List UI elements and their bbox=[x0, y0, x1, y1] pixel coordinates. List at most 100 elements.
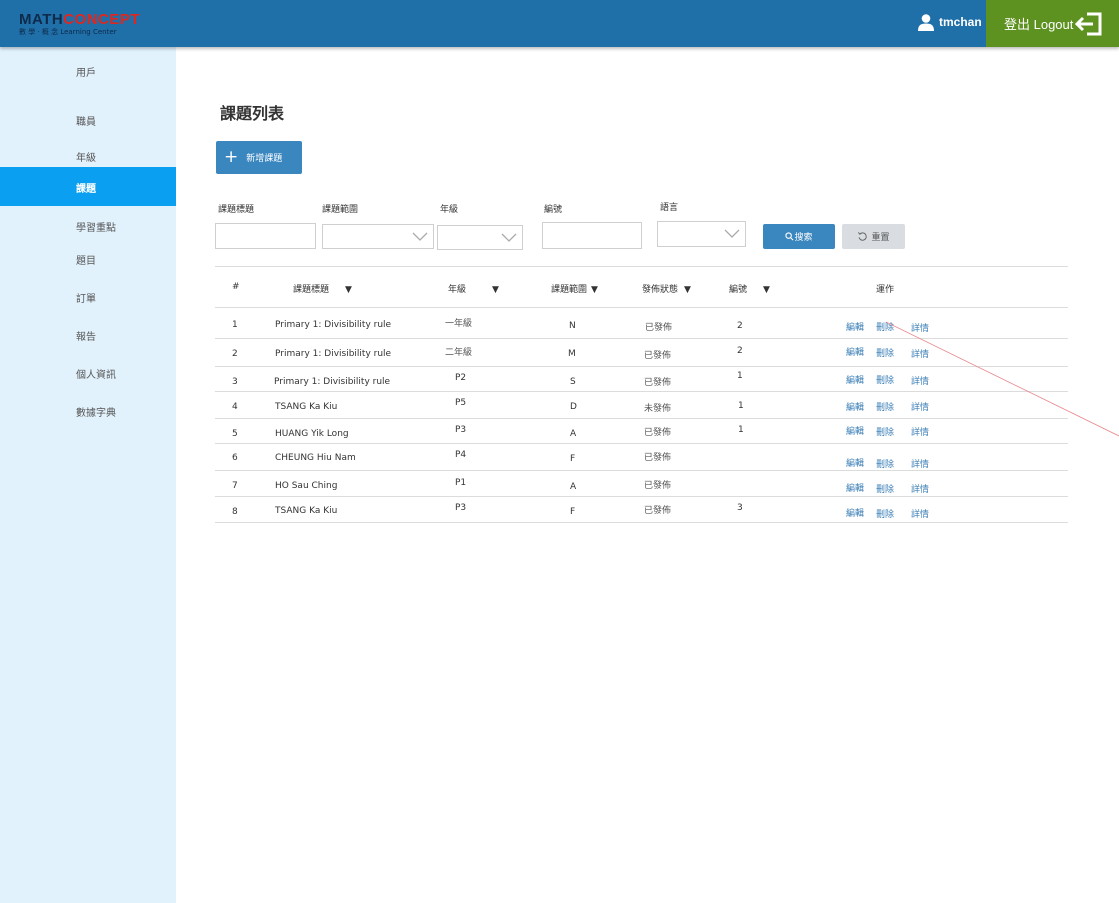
detail-link[interactable]: 詳情 bbox=[911, 374, 929, 387]
sidebar-item-label: 年級 bbox=[76, 153, 96, 164]
row-title: TSANG Ka Kiu bbox=[275, 402, 338, 412]
search-button[interactable]: 搜索 bbox=[763, 224, 835, 249]
delete-link[interactable]: 刪除 bbox=[876, 425, 894, 438]
table-row: 7 HO Sau Ching P1 A 已發佈 編輯 刪除 詳情 bbox=[215, 471, 1068, 496]
table-top-border bbox=[215, 266, 1068, 267]
row-range: F bbox=[570, 454, 576, 464]
col-header-index: # bbox=[232, 282, 240, 292]
sidebar-item-label: 學習重點 bbox=[76, 223, 116, 234]
page-title: 課題列表 bbox=[220, 104, 285, 123]
detail-link[interactable]: 詳情 bbox=[911, 425, 929, 438]
top-bar: MATHCONCEPT 數 學 · 概 念 Learning Center tm… bbox=[0, 0, 1119, 47]
row-range: F bbox=[570, 507, 576, 517]
filter-grade-select[interactable] bbox=[437, 225, 523, 250]
row-code: 3 bbox=[737, 503, 743, 513]
row-index: 1 bbox=[232, 320, 238, 330]
detail-link[interactable]: 詳情 bbox=[911, 400, 929, 413]
plus-icon: + bbox=[224, 147, 239, 167]
col-header-actions: 運作 bbox=[876, 285, 895, 295]
table-bottom-border bbox=[215, 522, 1068, 523]
logout-icon bbox=[1075, 12, 1102, 36]
table-row: 5 HUANG Yik Long P3 A 已發佈 1 編輯 刪除 詳情 bbox=[215, 419, 1068, 443]
edit-link[interactable]: 編輯 bbox=[846, 400, 864, 413]
sort-down-icon: ▼ bbox=[763, 285, 770, 295]
col-header-title-label: 課題標題 bbox=[293, 285, 330, 295]
reset-label: 重置 bbox=[871, 233, 890, 243]
edit-link[interactable]: 編輯 bbox=[846, 424, 864, 437]
reset-button[interactable]: 重置 bbox=[842, 224, 905, 249]
row-grade: P2 bbox=[455, 373, 467, 383]
filter-title-label: 課題標題 bbox=[218, 205, 255, 215]
logo-wordmark: MATHCONCEPT bbox=[19, 12, 140, 28]
delete-link[interactable]: 刪除 bbox=[876, 507, 894, 520]
logout-label: 登出 Logout bbox=[1004, 17, 1074, 32]
edit-link[interactable]: 編輯 bbox=[846, 320, 864, 333]
col-header-status[interactable]: 發佈狀態 ▼ bbox=[642, 282, 691, 295]
col-header-range-label: 課題範圍 bbox=[551, 285, 588, 295]
delete-link[interactable]: 刪除 bbox=[876, 373, 894, 386]
edit-link[interactable]: 編輯 bbox=[846, 345, 864, 358]
sidebar-item-topics[interactable]: 課題 bbox=[0, 167, 176, 206]
sidebar: 用戶 職員 年級 課題 學習重點 題目 訂單 報告 個人資訊 數據字典 bbox=[0, 47, 176, 903]
detail-link[interactable]: 詳情 bbox=[911, 507, 929, 520]
logo[interactable]: MATHCONCEPT 數 學 · 概 念 Learning Center bbox=[19, 12, 140, 37]
sidebar-item-label: 個人資訊 bbox=[76, 370, 116, 381]
detail-link[interactable]: 詳情 bbox=[911, 457, 929, 470]
chevron-down-icon bbox=[501, 233, 517, 242]
row-title: Primary 1: Divisibility rule bbox=[274, 377, 391, 387]
row-title: TSANG Ka Kiu bbox=[275, 506, 338, 516]
edit-link[interactable]: 編輯 bbox=[846, 481, 864, 494]
sort-down-icon: ▼ bbox=[345, 285, 352, 295]
row-grade: 二年級 bbox=[445, 348, 473, 358]
row-status: 已發佈 bbox=[644, 481, 672, 491]
row-range: M bbox=[568, 349, 576, 359]
filter-language-select[interactable] bbox=[657, 221, 746, 247]
detail-link[interactable]: 詳情 bbox=[911, 347, 929, 360]
table-row: 6 CHEUNG Hiu Nam P4 F 已發佈 編輯 刪除 詳情 bbox=[215, 444, 1068, 470]
col-header-range[interactable]: 課題範圍 ▼ bbox=[551, 282, 598, 295]
row-status: 已發佈 bbox=[644, 506, 672, 516]
row-index: 8 bbox=[232, 507, 238, 517]
table-row: 4 TSANG Ka Kiu P5 D 未發佈 1 編輯 刪除 詳情 bbox=[215, 392, 1068, 418]
delete-link[interactable]: 刪除 bbox=[876, 457, 894, 470]
table-row: 1 Primary 1: Divisibility rule 一年級 N 已發佈… bbox=[215, 308, 1068, 338]
row-range: D bbox=[570, 402, 577, 412]
detail-link[interactable]: 詳情 bbox=[911, 482, 929, 495]
row-code: 1 bbox=[738, 425, 744, 435]
row-range: S bbox=[570, 377, 576, 387]
row-status: 已發佈 bbox=[645, 323, 673, 333]
edit-link[interactable]: 編輯 bbox=[846, 506, 864, 519]
row-code: 1 bbox=[737, 371, 743, 381]
delete-link[interactable]: 刪除 bbox=[876, 346, 894, 359]
add-topic-button[interactable]: + 新增課題 bbox=[216, 141, 302, 174]
chevron-down-icon bbox=[412, 232, 428, 241]
logout-button[interactable]: 登出 Logout bbox=[986, 0, 1119, 47]
edit-link[interactable]: 編輯 bbox=[846, 456, 864, 469]
detail-link[interactable]: 詳情 bbox=[911, 321, 929, 334]
row-index: 7 bbox=[232, 481, 238, 491]
edit-link[interactable]: 編輯 bbox=[846, 373, 864, 386]
logo-part1: MATH bbox=[19, 11, 64, 28]
delete-link[interactable]: 刪除 bbox=[876, 482, 894, 495]
delete-link[interactable]: 刪除 bbox=[876, 320, 894, 333]
row-index: 5 bbox=[232, 429, 238, 439]
table-row: 2 Primary 1: Divisibility rule 二年級 M 已發佈… bbox=[215, 339, 1068, 366]
col-header-code[interactable]: 編號 ▼ bbox=[729, 282, 770, 295]
filter-code-input[interactable] bbox=[542, 222, 642, 249]
row-title: Primary 1: Divisibility rule bbox=[275, 320, 392, 330]
row-index: 3 bbox=[232, 377, 238, 387]
filter-code-label: 編號 bbox=[544, 205, 563, 215]
col-header-status-label: 發佈狀態 bbox=[642, 285, 679, 295]
col-header-grade[interactable]: 年級 ▼ bbox=[448, 282, 499, 295]
delete-link[interactable]: 刪除 bbox=[876, 400, 894, 413]
row-code: 2 bbox=[737, 321, 743, 331]
user-menu[interactable]: tmchan bbox=[917, 13, 982, 31]
filter-title-input[interactable] bbox=[215, 223, 316, 249]
logo-subtitle: 數 學 · 概 念 Learning Center bbox=[19, 28, 117, 36]
sort-down-icon: ▼ bbox=[492, 285, 499, 295]
sidebar-item-label: 課題 bbox=[76, 184, 96, 195]
filter-range-select[interactable] bbox=[322, 224, 434, 249]
col-header-title[interactable]: 課題標題 ▼ bbox=[293, 282, 352, 295]
row-title: Primary 1: Divisibility rule bbox=[275, 349, 392, 359]
row-title: HO Sau Ching bbox=[275, 481, 338, 491]
